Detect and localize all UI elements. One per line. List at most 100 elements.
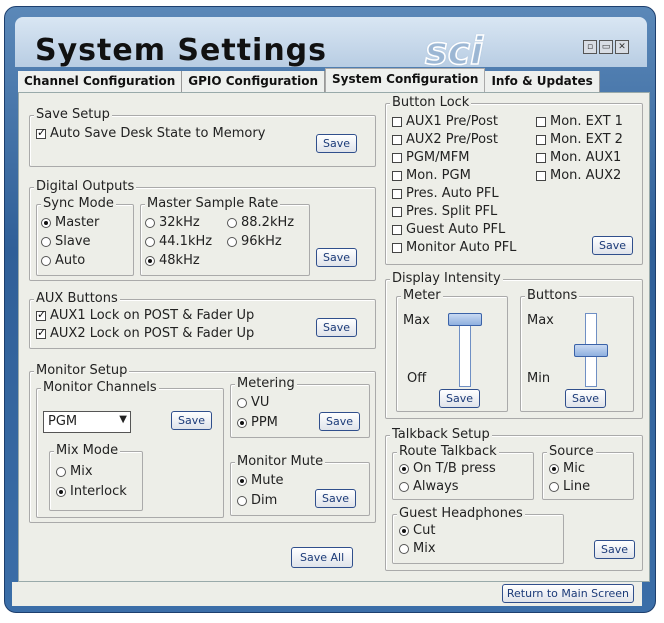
sample-rate-title: Master Sample Rate (145, 196, 281, 211)
monitor-channels-save-button[interactable]: Save (171, 411, 213, 430)
guest-headphones-group: Guest Headphones Cut Mix (392, 506, 564, 564)
talkback-save-button[interactable]: Save (594, 540, 636, 559)
source-title: Source (547, 444, 596, 459)
lock-mon-aux1-checkbox[interactable]: Mon. AUX1 (536, 150, 621, 165)
line-radio[interactable]: Line (549, 479, 590, 494)
lock-monitor-auto-pfl-checkbox[interactable]: Monitor Auto PFL (392, 240, 516, 255)
monitor-channel-select[interactable]: PGM ▼ (43, 411, 131, 433)
digital-outputs-title: Digital Outputs (34, 179, 137, 194)
display-intensity-title: Display Intensity (390, 271, 503, 286)
buttons-save-button[interactable]: Save (565, 389, 607, 408)
checkbox-box (36, 126, 46, 139)
maximize-icon[interactable]: ▭ (599, 40, 613, 54)
auto-save-checkbox[interactable]: Auto Save Desk State to Memory (36, 126, 265, 141)
dim-radio[interactable]: Dim (237, 493, 277, 508)
lock-mon-ext2-checkbox[interactable]: Mon. EXT 2 (536, 132, 623, 147)
monitor-mute-title: Monitor Mute (235, 454, 326, 469)
on-tb-press-radio[interactable]: On T/B press (399, 461, 496, 476)
lock-aux2-prepost-checkbox[interactable]: AUX2 Pre/Post (392, 132, 498, 147)
mic-radio[interactable]: Mic (549, 461, 585, 476)
meter-intensity-group: Meter Max Off Save (396, 288, 508, 412)
lock-pres-auto-pfl-checkbox[interactable]: Pres. Auto PFL (392, 186, 499, 201)
buttons-slider-thumb[interactable] (574, 343, 608, 357)
source-group: Source Mic Line (542, 444, 634, 500)
sync-mode-title: Sync Mode (41, 196, 116, 211)
auto-save-label: Auto Save Desk State to Memory (50, 126, 266, 141)
aux-buttons-title: AUX Buttons (34, 291, 120, 306)
rate-44-1khz-radio[interactable]: 44.1kHz (145, 234, 212, 249)
meter-min-label: Off (407, 371, 427, 386)
interlock-radio[interactable]: Interlock (56, 484, 127, 499)
meter-title: Meter (401, 288, 443, 303)
monitor-mute-save-button[interactable]: Save (315, 489, 357, 508)
monitor-setup-group: Monitor Setup Monitor Channels PGM ▼ Sav… (29, 363, 376, 523)
button-lock-save-button[interactable]: Save (592, 236, 634, 255)
meter-max-label: Max (403, 313, 430, 328)
footer-bar: Return to Main Screen (12, 582, 642, 606)
monitor-channels-title: Monitor Channels (41, 380, 159, 395)
sync-slave-radio[interactable]: Slave (41, 234, 91, 249)
title-bar: System Settings sci ▫ ▭ ✕ (15, 17, 647, 74)
monitor-setup-title: Monitor Setup (34, 363, 130, 378)
lock-pgm-mfm-checkbox[interactable]: PGM/MFM (392, 150, 469, 165)
lock-guest-auto-pfl-checkbox[interactable]: Guest Auto PFL (392, 222, 505, 237)
sample-rate-group: Master Sample Rate 32kHz 88.2kHz 44.1kHz… (140, 196, 310, 276)
guest-headphones-title: Guest Headphones (397, 506, 525, 521)
lock-mon-ext1-checkbox[interactable]: Mon. EXT 1 (536, 114, 623, 129)
save-setup-save-button[interactable]: Save (316, 134, 358, 153)
digital-outputs-save-button[interactable]: Save (316, 248, 358, 267)
tab-bar: Channel Configuration GPIO Configuration… (18, 68, 600, 97)
ppm-radio[interactable]: PPM (237, 415, 278, 430)
close-icon[interactable]: ✕ (615, 40, 629, 54)
return-to-main-screen-button[interactable]: Return to Main Screen (501, 584, 634, 603)
minimize-icon[interactable]: ▫ (583, 40, 597, 54)
rate-88-2khz-radio[interactable]: 88.2kHz (227, 215, 294, 230)
metering-save-button[interactable]: Save (319, 412, 361, 431)
lock-aux1-prepost-checkbox[interactable]: AUX1 Pre/Post (392, 114, 498, 129)
rate-96khz-radio[interactable]: 96kHz (227, 234, 282, 249)
lock-mon-pgm-checkbox[interactable]: Mon. PGM (392, 168, 471, 183)
aux1-lock-checkbox[interactable]: AUX1 Lock on POST & Fader Up (36, 308, 254, 323)
digital-outputs-group: Digital Outputs Sync Mode Master Slave A… (29, 179, 376, 281)
save-setup-group: Save Setup Auto Save Desk State to Memor… (29, 107, 376, 167)
button-lock-group: Button Lock AUX1 Pre/Post AUX2 Pre/Post … (385, 95, 643, 265)
mix-headphones-radio[interactable]: Mix (399, 541, 436, 556)
metering-group: Metering VU PPM Save (230, 376, 370, 438)
meter-save-button[interactable]: Save (439, 389, 481, 408)
chevron-down-icon: ▼ (119, 414, 127, 425)
window-controls: ▫ ▭ ✕ (583, 40, 629, 54)
mix-mode-group: Mix Mode Mix Interlock (49, 443, 143, 511)
monitor-mute-group: Monitor Mute Mute Dim Save (230, 454, 370, 516)
window-title: System Settings (35, 33, 328, 68)
save-all-button[interactable]: Save All (291, 547, 354, 568)
sync-master-radio[interactable]: Master (41, 215, 99, 230)
buttons-title: Buttons (525, 288, 580, 303)
mix-radio[interactable]: Mix (56, 464, 93, 479)
aux2-lock-checkbox[interactable]: AUX2 Lock on POST & Fader Up (36, 326, 254, 341)
buttons-max-label: Max (527, 313, 554, 328)
always-radio[interactable]: Always (399, 479, 459, 494)
buttons-intensity-group: Buttons Max Min Save (520, 288, 634, 412)
display-intensity-group: Display Intensity Meter Max Off Save But… (385, 271, 643, 419)
sync-mode-group: Sync Mode Master Slave Auto (36, 196, 134, 276)
meter-slider-thumb[interactable] (448, 313, 482, 326)
rate-32khz-radio[interactable]: 32kHz (145, 215, 200, 230)
talkback-setup-group: Talkback Setup Route Talkback On T/B pre… (385, 427, 643, 571)
mute-radio[interactable]: Mute (237, 473, 284, 488)
lock-mon-aux2-checkbox[interactable]: Mon. AUX2 (536, 168, 621, 183)
sync-auto-radio[interactable]: Auto (41, 253, 85, 268)
rate-48khz-radio[interactable]: 48kHz (145, 253, 200, 268)
metering-title: Metering (235, 376, 297, 391)
sci-logo: sci (424, 28, 484, 74)
aux-buttons-save-button[interactable]: Save (316, 318, 358, 337)
monitor-channels-group: Monitor Channels PGM ▼ Save Mix Mode Mix… (36, 380, 224, 518)
button-lock-title: Button Lock (390, 95, 472, 110)
system-configuration-panel: Save Setup Auto Save Desk State to Memor… (18, 92, 650, 582)
route-talkback-title: Route Talkback (397, 444, 499, 459)
save-setup-title: Save Setup (34, 107, 112, 122)
aux-buttons-group: AUX Buttons AUX1 Lock on POST & Fader Up… (29, 291, 376, 349)
buttons-min-label: Min (527, 371, 551, 386)
lock-pres-split-pfl-checkbox[interactable]: Pres. Split PFL (392, 204, 497, 219)
cut-radio[interactable]: Cut (399, 523, 435, 538)
vu-radio[interactable]: VU (237, 395, 269, 410)
